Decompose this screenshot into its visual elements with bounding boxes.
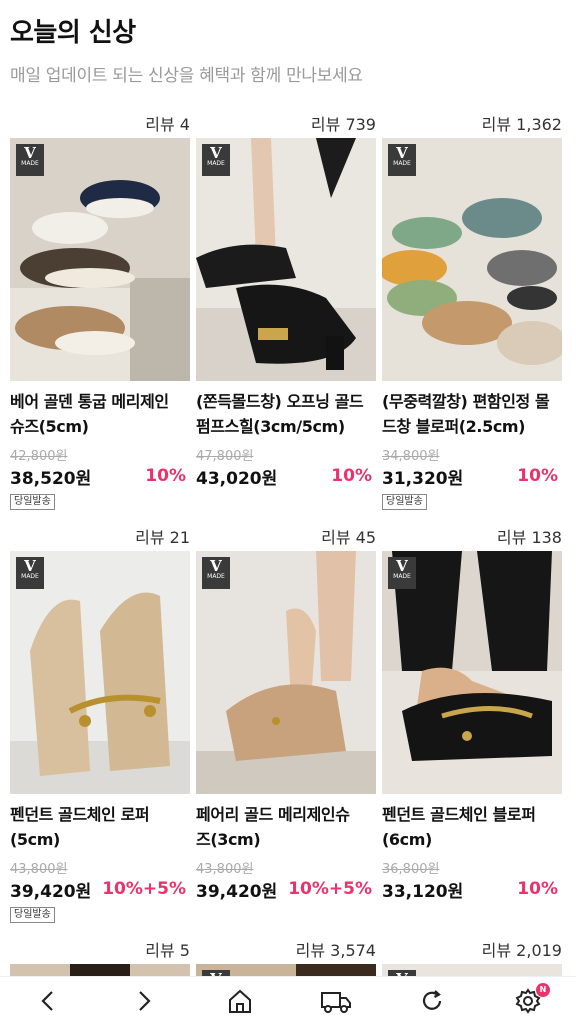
- sale-price: 43,020원: [196, 468, 278, 489]
- page-title: 오늘의 신상: [10, 18, 136, 48]
- refresh-icon[interactable]: [412, 981, 452, 1021]
- brand-badge: V MADE: [202, 144, 230, 176]
- sale-price: 38,520원: [10, 468, 92, 489]
- product-card[interactable]: 리뷰 1,362 V MADE (무중력깔창) 편함인정 몰 드창 블로퍼(2.…: [382, 112, 562, 511]
- product-card[interactable]: 리뷰 138 V MADE 펜던트 골드체인 블로퍼 (6cm) 36,800원…: [382, 525, 562, 924]
- brand-badge: V MADE: [16, 557, 44, 589]
- product-card[interactable]: 리뷰 4 V MADE 베어 골덴 통굽 메리제인 슈즈(5cm) 42,800…: [10, 112, 190, 511]
- sale-price: 33,120원: [382, 881, 464, 902]
- product-card[interactable]: 리뷰 45 V MADE 페어리 골드 메리제인슈 즈(3cm) 43,800원 …: [196, 525, 376, 924]
- review-count: 리뷰 138: [496, 528, 562, 547]
- discount-rate: 10%: [517, 879, 558, 899]
- review-count: 리뷰 3,574: [295, 941, 376, 960]
- review-count: 리뷰 1,362: [481, 115, 562, 134]
- forward-icon[interactable]: [124, 981, 164, 1021]
- product-image[interactable]: V MADE: [382, 551, 562, 794]
- sale-price: 31,320원: [382, 468, 464, 489]
- discount-rate: 10%: [145, 466, 186, 486]
- product-row: 리뷰 4 V MADE 베어 골덴 통굽 메리제인 슈즈(5cm) 42,800…: [10, 112, 566, 511]
- review-count: 리뷰 5: [145, 941, 190, 960]
- sale-price: 39,420원: [10, 881, 92, 902]
- original-price: 36,800원: [382, 862, 440, 877]
- product-image[interactable]: V MADE: [196, 138, 376, 381]
- same-day-shipping-badge: 당일발송: [10, 494, 55, 510]
- product-image[interactable]: V MADE: [10, 551, 190, 794]
- brand-badge: V MADE: [202, 557, 230, 589]
- product-name[interactable]: (쫀득몰드창) 오프닝 골드 펌프스힐(3cm/5cm): [196, 389, 376, 439]
- notification-badge: N: [536, 983, 550, 997]
- discount-rate: 10%+5%: [102, 879, 186, 899]
- settings-icon[interactable]: N: [508, 981, 550, 1021]
- original-price: 34,800원: [382, 449, 440, 464]
- brand-badge: V MADE: [16, 144, 44, 176]
- product-name[interactable]: (무중력깔창) 편함인정 몰 드창 블로퍼(2.5cm): [382, 389, 562, 439]
- review-count: 리뷰 45: [321, 528, 376, 547]
- product-name[interactable]: 펜던트 골드체인 로퍼 (5cm): [10, 802, 190, 852]
- discount-rate: 10%+5%: [288, 879, 372, 899]
- sale-price: 39,420원: [196, 881, 278, 902]
- product-image[interactable]: V MADE: [10, 138, 190, 381]
- brand-badge: V MADE: [388, 557, 416, 589]
- brand-badge: V MADE: [388, 144, 416, 176]
- product-image[interactable]: V MADE: [382, 138, 562, 381]
- delivery-truck-icon[interactable]: [316, 981, 356, 1021]
- bottom-navigation-bar: N: [0, 976, 576, 1025]
- product-card[interactable]: 리뷰 21 V MADE 펜던트 골드체인 로퍼 (5cm) 43,800원 3…: [10, 525, 190, 924]
- original-price: 43,800원: [10, 862, 68, 877]
- back-icon[interactable]: [28, 981, 68, 1021]
- review-count: 리뷰 2,019: [481, 941, 562, 960]
- same-day-shipping-badge: 당일발송: [10, 907, 55, 923]
- discount-rate: 10%: [331, 466, 372, 486]
- review-count: 리뷰 4: [145, 115, 190, 134]
- product-name[interactable]: 페어리 골드 메리제인슈 즈(3cm): [196, 802, 376, 852]
- same-day-shipping-badge: 당일발송: [382, 494, 427, 510]
- discount-rate: 10%: [517, 466, 558, 486]
- original-price: 43,800원: [196, 862, 254, 877]
- original-price: 47,800원: [196, 449, 254, 464]
- product-grid: 리뷰 4 V MADE 베어 골덴 통굽 메리제인 슈즈(5cm) 42,800…: [10, 112, 566, 994]
- product-row: 리뷰 21 V MADE 펜던트 골드체인 로퍼 (5cm) 43,800원 3…: [10, 525, 566, 924]
- home-icon[interactable]: [220, 981, 260, 1021]
- original-price: 42,800원: [10, 449, 68, 464]
- product-name[interactable]: 베어 골덴 통굽 메리제인 슈즈(5cm): [10, 389, 190, 439]
- product-card[interactable]: 리뷰 739 V MADE (쫀득몰드창) 오프닝 골드 펌프스힐(3cm/5cm…: [196, 112, 376, 511]
- review-count: 리뷰 21: [135, 528, 190, 547]
- review-count: 리뷰 739: [310, 115, 376, 134]
- page-subtitle: 매일 업데이트 되는 신상을 혜택과 함께 만나보세요: [10, 66, 363, 86]
- product-name[interactable]: 펜던트 골드체인 블로퍼 (6cm): [382, 802, 562, 852]
- product-image[interactable]: V MADE: [196, 551, 376, 794]
- page-header: 오늘의 신상 매일 업데이트 되는 신상을 혜택과 함께 만나보세요: [10, 12, 363, 86]
